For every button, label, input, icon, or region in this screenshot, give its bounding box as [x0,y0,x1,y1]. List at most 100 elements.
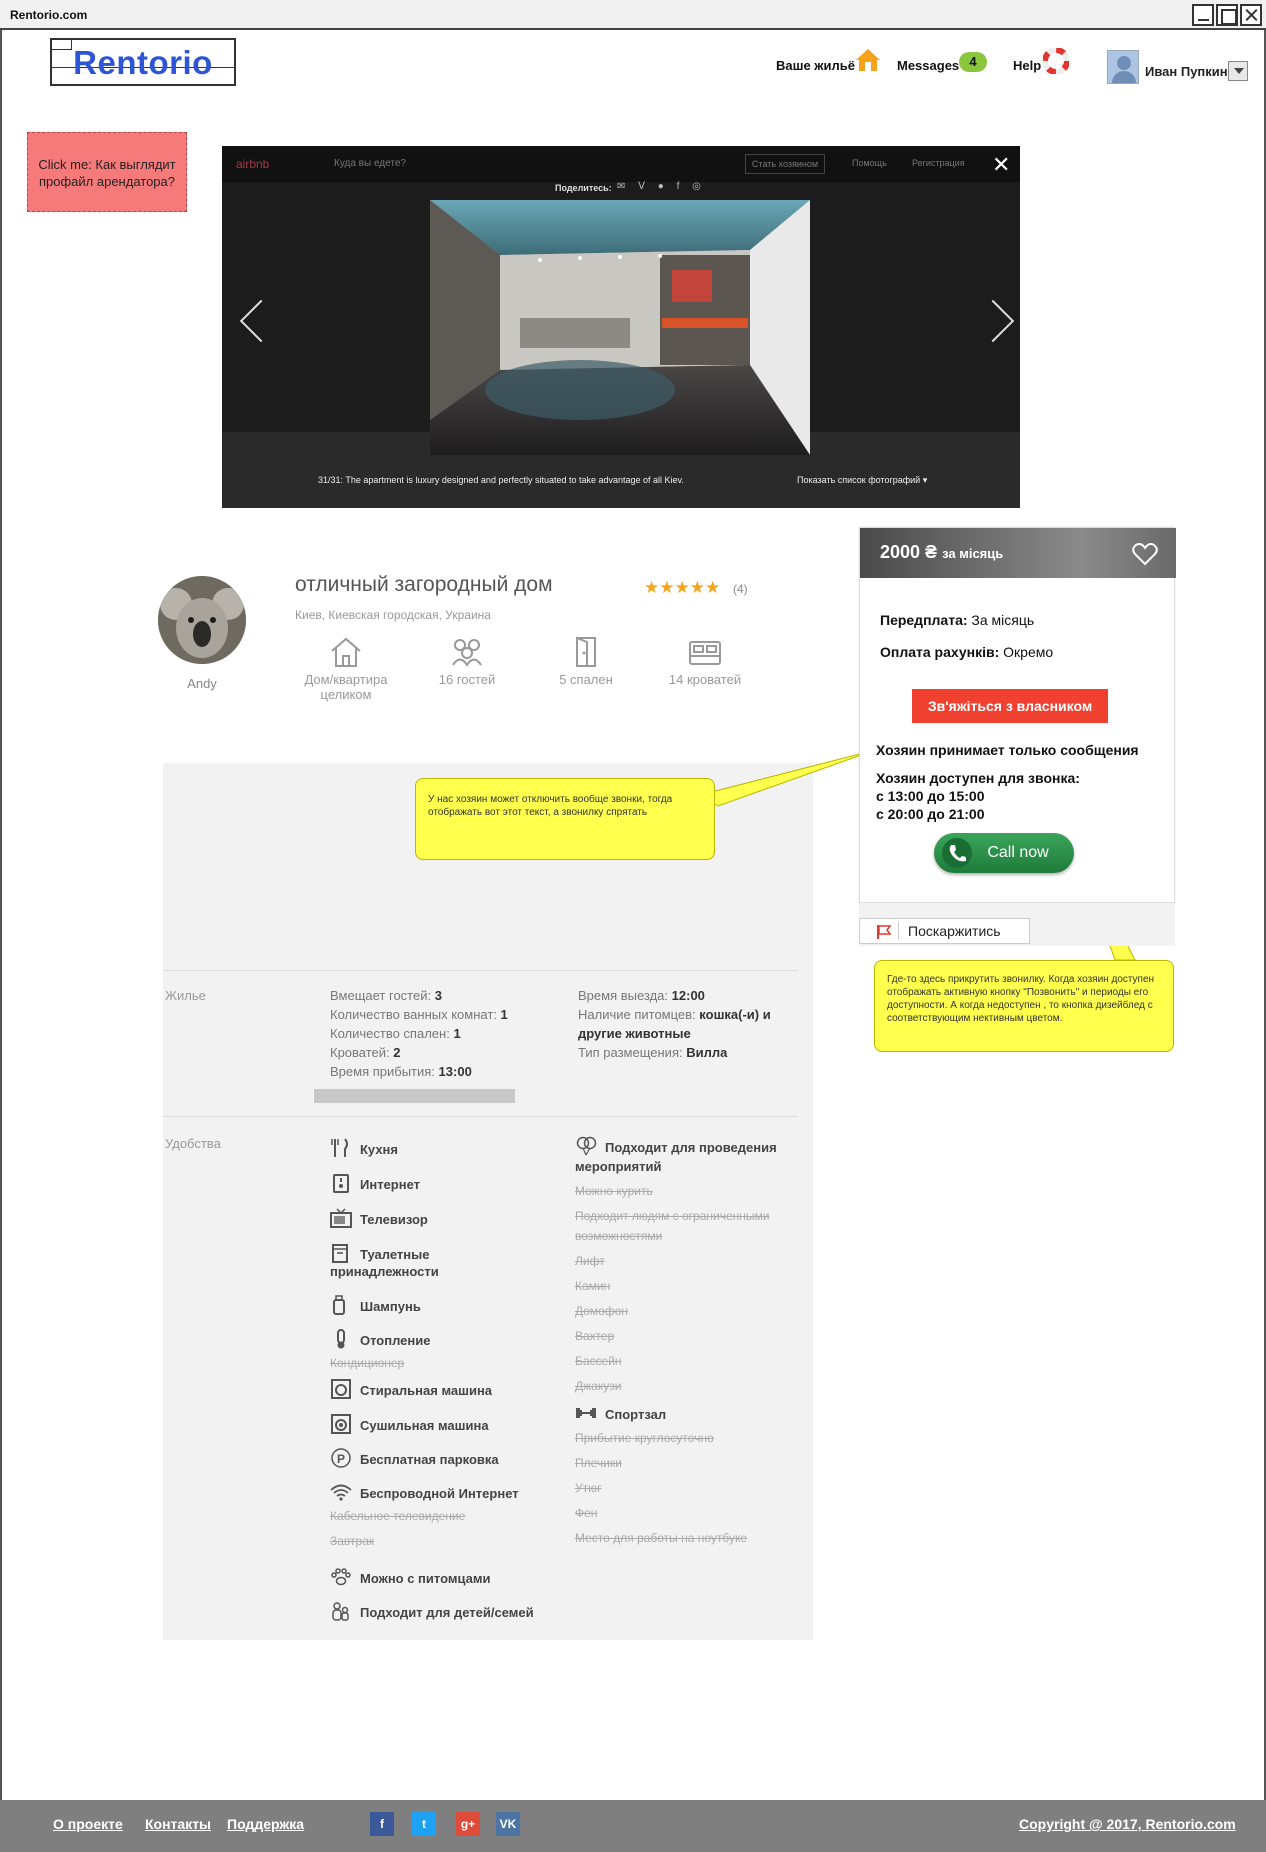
close-window-button[interactable] [1240,4,1262,26]
feature-entire-home: Дом/квартира целиком [286,636,406,702]
amenity-tv: Телевизор [330,1208,428,1229]
twitter-icon[interactable]: t [412,1812,436,1836]
housing-section-label: Жилье [165,988,206,1003]
amenity-dryer: Сушильная машина [330,1414,489,1435]
house-icon[interactable] [855,48,881,72]
amenity-24h-checkin-unavailable: Прибытие круглосуточно [575,1431,714,1445]
bed-icon [689,641,721,665]
housing-pets: Наличие питомцев: кошка(-и) и [578,1007,771,1022]
feature-guests: 16 гостей [407,636,527,687]
housing-bedrooms: Количество спален: 1 [330,1026,461,1041]
apartment-photo[interactable] [430,200,810,455]
amenity-wifi: Беспроводной Интернет [330,1482,519,1503]
amenity-family: Подходит для детей/семей [330,1601,534,1622]
become-host-button: Стать хозяином [745,154,825,174]
amenity-cable-unavailable: Кабельное телевидение [330,1509,466,1523]
amenity-accessible-cont: возможностями [575,1229,663,1243]
window-title: Rentorio.com [10,8,88,22]
amenity-shampoo: Шампунь [330,1295,421,1316]
housing-checkout: Время выезда: 12:00 [578,988,705,1003]
rating-stars: ★★★★★ [644,578,721,597]
lifebuoy-icon[interactable] [1043,48,1069,74]
facebook-icon[interactable]: f [370,1812,394,1836]
gallery-search: Куда вы едете? [334,158,406,169]
gallery-close-icon[interactable]: ✕ [992,152,1010,178]
placeholder-bar [314,1089,515,1103]
call-availability-title: Хозяин доступен для звонка: [876,770,1080,786]
amenity-toiletries: Туалетные [330,1243,429,1264]
amenity-laptop-unavailable: Место для работы на ноутбуке [575,1531,748,1545]
amenity-heating: Отопление [330,1329,431,1350]
amenities-section-label: Удобства [165,1136,221,1151]
call-now-button[interactable]: Call now [934,833,1074,873]
paw-icon [331,1568,351,1586]
housing-bathrooms: Количество ванных комнат: 1 [330,1007,508,1022]
logo-text: Rentorio [73,44,213,81]
host-name[interactable]: Andy [158,676,246,691]
minimize-button[interactable] [1192,4,1214,26]
amenity-gym: Спортзал [575,1403,666,1424]
router-icon [333,1174,349,1193]
amenity-events-cont: мероприятий [575,1159,662,1174]
site-footer: О проекте Контакты Поддержка f t g+ VK C… [0,1800,1266,1852]
toiletries-icon [332,1244,348,1263]
footer-contacts-link[interactable]: Контакты [145,1816,211,1832]
user-name[interactable]: Иван Пупкин [1145,64,1228,79]
nav-your-home[interactable]: Ваше жильё [776,58,855,73]
housing-checkin: Время прибытия: 13:00 [330,1064,472,1079]
call-slot-2: с 20:00 до 21:00 [876,806,985,822]
washer-icon [331,1379,351,1399]
contact-owner-button[interactable]: Зв'яжіться з власником [912,689,1108,723]
listing-price: 2000 ₴ за місяць [880,542,1004,562]
wifi-icon [330,1484,352,1501]
share-label: Поделитесь: [555,183,612,193]
listing-location: Киев, Киевская городская, Украина [295,608,491,622]
footer-support-link[interactable]: Поддержка [227,1816,304,1832]
nav-messages[interactable]: Messages [897,58,959,73]
amenity-pool-unavailable: Бассейн [575,1354,622,1368]
price-card: 2000 ₴ за місяць Передплата: За місяць О… [859,527,1176,903]
footer-copyright[interactable]: Copyright @ 2017, Rentorio.com [1019,1816,1236,1832]
review-count[interactable]: (4) [733,582,748,596]
amenity-iron-unavailable: Утюг [575,1481,602,1495]
google-plus-icon[interactable]: g+ [456,1812,480,1836]
tenant-profile-note[interactable]: Click me: Как выглядит профайл арендатор… [27,132,187,212]
amenity-elevator-unavailable: Лифт [575,1254,605,1268]
user-menu-dropdown[interactable] [1228,61,1248,81]
gallery-next-arrow-icon[interactable] [971,299,1015,343]
share-icons[interactable]: ✉ ᐯ ● f ◎ [617,181,706,192]
amenity-smoking-unavailable: Можно курить [575,1184,653,1198]
amenity-hangers-unavailable: Плечики [575,1456,622,1470]
dryer-icon [331,1414,351,1434]
nav-help[interactable]: Help [1013,58,1041,73]
host-avatar[interactable] [158,576,246,664]
vk-icon[interactable]: VK [496,1812,520,1836]
amenity-kitchen: Кухня [330,1138,398,1159]
report-button[interactable]: Поскаржитись [859,918,1030,944]
feature-bedrooms: 5 спален [526,636,646,687]
window-titlebar: Rentorio.com [0,0,1266,30]
favorite-heart-icon[interactable] [1132,542,1158,566]
maximize-button[interactable] [1216,4,1238,26]
gallery-prev-arrow-icon[interactable] [239,299,283,343]
user-avatar[interactable] [1107,50,1139,84]
amenity-events: Подходит для проведения [575,1136,777,1157]
show-photo-list-button[interactable]: Показать список фотографий ▾ [797,475,927,486]
housing-type: Тип размещения: Вилла [578,1045,728,1060]
footer-about-link[interactable]: О проекте [53,1816,123,1832]
site-logo[interactable]: Rentorio [50,38,236,86]
photo-gallery-modal: airbnb Куда вы едете? Стать хозяином Пом… [222,146,1020,508]
housing-guests: Вмещает гостей: 3 [330,988,442,1003]
amenity-toiletries-cont: принадлежности [330,1264,439,1279]
door-icon [576,636,596,667]
amenity-pets: Можно с питомцами [330,1567,490,1588]
phone-icon [942,838,972,868]
amenity-washer: Стиральная машина [330,1379,492,1400]
thermometer-icon [337,1329,345,1349]
amenity-doorman-unavailable: Вахтер [575,1329,615,1343]
parking-icon: P [331,1448,351,1468]
call-widget-note: Где-то здесь прикрутить звонилку. Когда … [874,960,1174,1052]
amenity-ac-unavailable: Кондиционер [330,1356,405,1370]
gallery-nav-help: Помощь [852,158,887,168]
call-slot-1: с 13:00 до 15:00 [876,788,985,804]
